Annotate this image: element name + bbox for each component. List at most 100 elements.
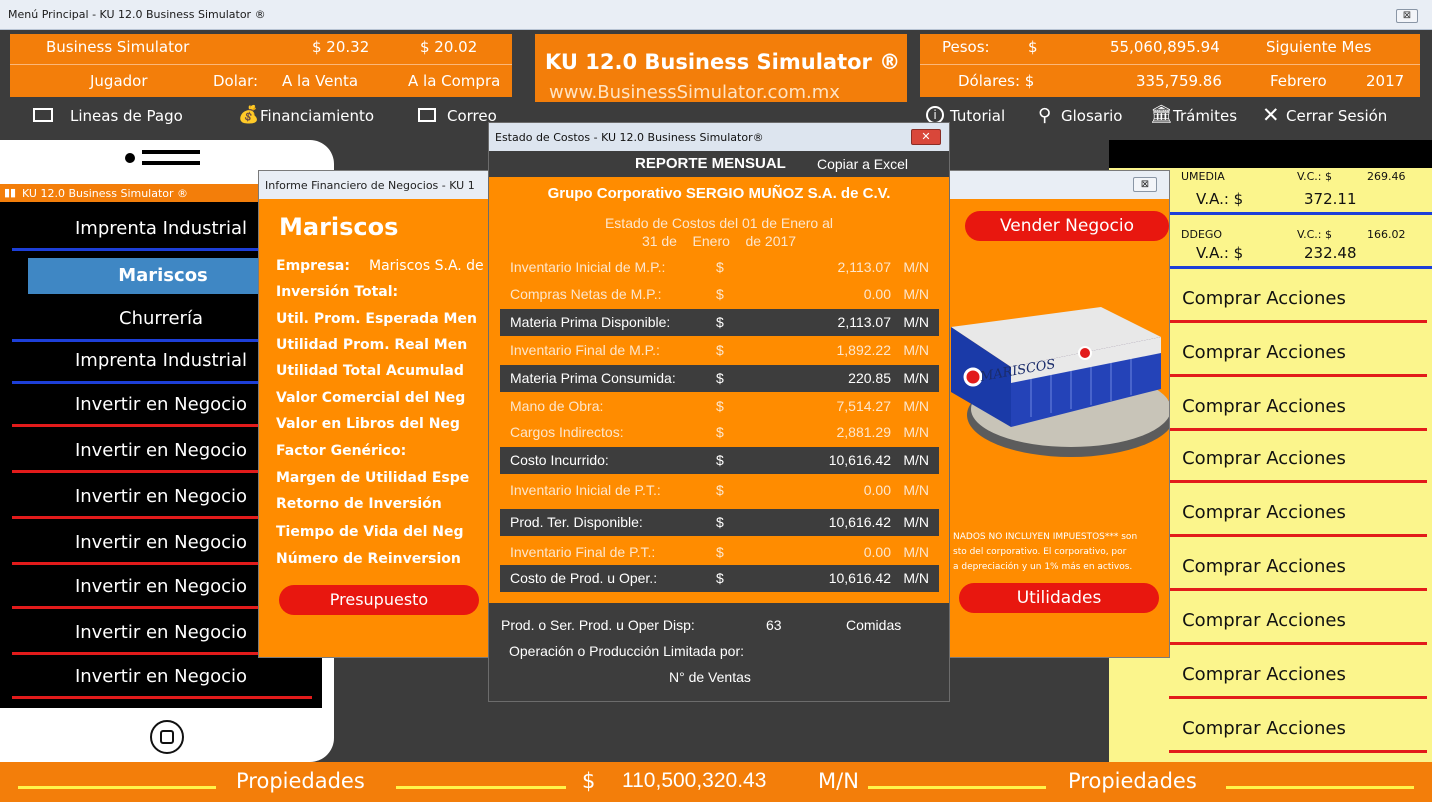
window-title-bar: Menú Principal - KU 12.0 Business Simula… (0, 0, 1432, 30)
cost-row: Materia Prima Disponible: $2,113.07 M/N (500, 309, 939, 336)
cost-row-unit: M/N (903, 398, 929, 414)
cost-row-value: 2,113.07 (837, 314, 891, 330)
report-field-label: Util. Prom. Esperada Men (276, 311, 477, 327)
report-field-label: Tiempo de Vida del Neg (276, 524, 464, 540)
glossary-icon: ⚲ (1038, 105, 1052, 126)
cost-row: Inventario Final de M.P.: $1,892.22 M/N (500, 337, 939, 364)
cost-row-currency: $ (716, 342, 724, 358)
pesos-balance: 55,060,895.94 (1110, 38, 1220, 56)
production-label: Prod. o Ser. Prod. u Oper Disp: (501, 617, 695, 633)
cost-statement-titlebar: Estado de Costos - KU 12.0 Business Simu… (489, 123, 949, 151)
cost-row-value: 2,113.07 (837, 259, 891, 275)
buy-shares-button[interactable]: Comprar Acciones (1109, 718, 1419, 739)
cost-row-currency: $ (716, 570, 724, 586)
cost-row-label: Materia Prima Disponible: (510, 314, 671, 330)
monthly-report-title: REPORTE MENSUAL (635, 155, 786, 172)
glossary-button[interactable]: Glosario (1061, 107, 1123, 125)
close-icon: ✕ (1262, 103, 1280, 127)
limit-value: N° de Ventas (669, 669, 751, 685)
cost-row-value: 10,616.42 (828, 514, 891, 530)
tutorial-button[interactable]: Tutorial (950, 107, 1005, 125)
cost-row-unit: M/N (903, 314, 929, 330)
sell-business-button[interactable]: Vender Negocio (965, 211, 1169, 241)
stock1-va-label: V.A.: $ (1196, 190, 1244, 208)
financial-report-title: Informe Financiero de Negocios - KU 1 (265, 179, 475, 192)
dollars-balance: 335,759.86 (1136, 72, 1222, 90)
report-field-label: Inversión Total: (276, 284, 399, 300)
cost-row: Inventario Final de P.T.: $0.00 M/N (500, 539, 939, 566)
mail-icon (418, 108, 436, 122)
procedures-button[interactable]: Trámites (1173, 107, 1237, 125)
cost-row-unit: M/N (903, 424, 929, 440)
brand-url: www.BusinessSimulator.com.mx (549, 82, 840, 103)
current-month: Febrero (1270, 72, 1327, 90)
logout-button[interactable]: Cerrar Sesión (1286, 107, 1387, 125)
stock2-va: 232.48 (1304, 244, 1357, 262)
stock1-vc-label: V.C.: $ (1297, 170, 1332, 183)
cost-row-currency: $ (716, 370, 724, 386)
tax-note-line: sto del corporativo. El corporativo, por (953, 547, 1127, 557)
header-right: Pesos: $ 55,060,895.94 Siguiente Mes Dól… (920, 34, 1420, 97)
cost-row-label: Costo de Prod. u Oper.: (510, 570, 658, 586)
cost-row-label: Inventario Inicial de P.T.: (510, 482, 661, 498)
current-year: 2017 (1366, 72, 1405, 90)
stock2-vc: 166.02 (1367, 228, 1406, 241)
brand-title: KU 12.0 Business Simulator ® (545, 50, 901, 74)
report-field-label: Utilidad Total Acumulad (276, 363, 464, 379)
cost-row-value: 7,514.27 (836, 398, 892, 414)
signal-icon: ▮▮ (4, 186, 17, 199)
cost-row-currency: $ (716, 398, 724, 414)
buy-shares-button[interactable]: Comprar Acciones (1109, 664, 1419, 685)
financing-button[interactable]: Financiamiento (260, 107, 374, 125)
phone-speaker-grill (142, 150, 200, 165)
stock1-name: UMEDIA (1181, 170, 1225, 183)
cost-row-label: Inventario Final de P.T.: (510, 544, 656, 560)
phone-menu-item[interactable]: Invertir en Negocio (0, 666, 322, 687)
cost-row-value: 0.00 (863, 482, 891, 498)
profits-button[interactable]: Utilidades (959, 583, 1159, 613)
payment-lines-button[interactable]: Lineas de Pago (70, 107, 183, 125)
stock1-va: 372.11 (1304, 190, 1357, 208)
company-value: Mariscos S.A. de (369, 258, 484, 274)
stock2-va-label: V.A.: $ (1196, 244, 1244, 262)
cost-row: Cargos Indirectos: $2,881.29 M/N (500, 419, 939, 446)
cost-row-unit: M/N (903, 544, 929, 560)
header-left: Business Simulator $ 20.32 $ 20.02 Jugad… (10, 34, 512, 97)
cost-row-currency: $ (716, 286, 724, 302)
brand-banner: KU 12.0 Business Simulator ® www.Busines… (535, 34, 907, 103)
properties-unit: M/N (818, 769, 859, 793)
cost-row-currency: $ (716, 424, 724, 440)
cost-row-value: 0.00 (863, 286, 891, 302)
cost-row-currency: $ (716, 514, 724, 530)
cost-row-unit: M/N (903, 342, 929, 358)
cost-row-currency: $ (716, 452, 724, 468)
business-heading: Mariscos (279, 213, 399, 241)
payment-lines-icon (33, 108, 53, 122)
stock2-name: DDEGO (1181, 228, 1223, 241)
stock2-vc-label: V.C.: $ (1297, 228, 1332, 241)
cost-row-unit: M/N (903, 286, 929, 302)
right-top-bar (1109, 140, 1432, 168)
cost-row-unit: M/N (903, 570, 929, 586)
tax-note-line: NADOS NO INCLUYEN IMPUESTOS*** son (953, 532, 1138, 542)
phone-status-text: KU 12.0 Business Simulator ® (22, 187, 189, 200)
money-bag-icon: 💰 (238, 105, 260, 125)
cost-row-unit: M/N (903, 259, 929, 275)
stock1-vc: 269.46 (1367, 170, 1406, 183)
report-field-label: Factor Genérico: (276, 443, 407, 459)
phone-home-button[interactable] (150, 720, 184, 754)
next-month-button[interactable]: Siguiente Mes (1266, 38, 1371, 56)
properties-label-left: Propiedades (236, 769, 365, 793)
period-line: Estado de Costos del 01 de Enero al (604, 215, 834, 231)
period-line: 31 de Enero de 2017 (641, 233, 797, 249)
properties-label-right: Propiedades (1068, 769, 1197, 793)
window-close-button[interactable]: ⊠ (1396, 9, 1418, 23)
financial-report-close-button[interactable]: ⊠ (1133, 177, 1157, 192)
copy-to-excel-button[interactable]: Copiar a Excel (817, 156, 908, 172)
report-field-label: Utilidad Prom. Real Men (276, 337, 468, 353)
cost-row: Prod. Ter. Disponible: $10,616.42 M/N (500, 509, 939, 536)
budget-button[interactable]: Presupuesto (279, 585, 479, 615)
phone-speaker (125, 153, 135, 163)
cost-row-currency: $ (716, 482, 724, 498)
cost-statement-close-button[interactable]: ✕ (911, 129, 941, 145)
